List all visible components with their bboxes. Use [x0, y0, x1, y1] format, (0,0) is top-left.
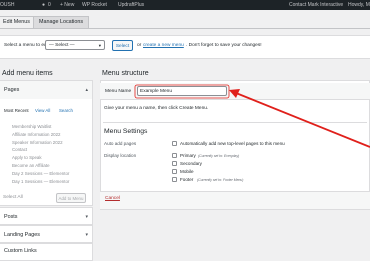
list-item[interactable]: Membership Waitlist [12, 123, 69, 131]
admin-bar: OUSH ● 0 + New WP Rocket UpdraftPlus Con… [0, 0, 370, 10]
pages-subtabs: Most Recent View All Search [0, 108, 92, 116]
menu-settings-heading: Menu Settings [104, 128, 148, 135]
menu-footer-row [100, 191, 370, 209]
or-text: or [137, 43, 142, 48]
primary-location-note: (Currently set to: Everyday) [198, 154, 240, 158]
posts-title: Posts [4, 214, 18, 220]
wp-rocket-link[interactable]: WP Rocket [82, 0, 107, 10]
menu-name-label: Menu Name [105, 89, 132, 94]
tab-manage-locations[interactable]: Manage Locations [33, 16, 90, 28]
custom-links-title: Custom Links [4, 248, 37, 254]
primary-location-label: Primary [180, 153, 196, 158]
footer-location-note: (Currently set to: Footer Menu) [197, 178, 244, 182]
list-item[interactable]: Apply to Speak [12, 154, 69, 162]
tab-search[interactable]: Search [59, 108, 73, 113]
add-to-menu-button[interactable]: Add to Menu [56, 193, 86, 203]
auto-add-option-text: Automatically add new top-level pages to… [180, 141, 285, 146]
add-menu-items-heading: Add menu items [2, 70, 53, 77]
pages-title: Pages [4, 87, 20, 93]
secondary-location-checkbox[interactable] [172, 161, 177, 166]
pages-accordion-header[interactable]: Pages ▴ [0, 81, 92, 99]
save-reminder-text: . Don't forget to save your changes! [186, 43, 262, 48]
auto-add-checkbox[interactable] [172, 141, 177, 146]
tab-divider [0, 28, 370, 29]
landing-pages-accordion-header[interactable]: Landing Pages ▾ [0, 225, 93, 243]
auto-add-pages-label: Auto add pages [104, 141, 137, 146]
footer-location-label: Footer [180, 177, 194, 182]
list-item[interactable]: Day 1 Sessions — Elementor [12, 178, 69, 186]
list-item[interactable]: Contact [12, 146, 69, 154]
list-item[interactable]: Speaker Information 2022 [12, 139, 69, 147]
site-name[interactable]: OUSH [0, 0, 14, 10]
landing-pages-title: Landing Pages [4, 232, 40, 238]
chevron-down-icon: ▾ [85, 232, 88, 238]
footer-location-checkbox[interactable] [172, 177, 177, 182]
select-menu-label: Select a menu to edit: [4, 43, 51, 48]
pages-list: Membership Waitlist Affiliate Informatio… [12, 123, 69, 185]
cancel-link[interactable]: Cancel [105, 196, 120, 201]
pages-panel: Pages ▴ Most Recent View All Search Memb… [0, 80, 93, 206]
mobile-location-checkbox[interactable] [172, 169, 177, 174]
comments-count[interactable]: 0 [48, 0, 51, 10]
select-all-checkbox-label[interactable]: Select All [3, 195, 23, 200]
menu-select-dropdown[interactable]: — Select — ▾ [45, 40, 105, 50]
list-item[interactable]: Become an Affiliate [12, 162, 69, 170]
tab-most-recent[interactable]: Most Recent [4, 108, 29, 113]
primary-location-checkbox[interactable] [172, 153, 177, 158]
updraftplus-link[interactable]: UpdraftPlus [118, 0, 144, 10]
tab-edit-menus[interactable]: Edit Menus [0, 16, 36, 28]
comment-icon[interactable]: ● [42, 0, 45, 10]
display-location-label: Display location [104, 153, 137, 158]
custom-links-accordion-header[interactable]: Custom Links [0, 243, 93, 261]
mobile-location-label: Mobile [180, 169, 194, 174]
select-button[interactable]: Select [112, 40, 133, 51]
chevron-down-icon: ▾ [98, 43, 101, 48]
menu-select-value: — Select — [49, 43, 75, 48]
divider [103, 122, 367, 123]
posts-accordion-header[interactable]: Posts ▾ [0, 207, 93, 225]
menu-name-hint: Give your menu a name, then click Create… [104, 106, 209, 111]
create-new-menu-link[interactable]: create a new menu [143, 43, 184, 48]
list-item[interactable]: Day 2 Sessions — Elementor [12, 170, 69, 178]
chevron-up-icon: ▴ [85, 87, 88, 93]
chevron-down-icon: ▾ [85, 214, 88, 220]
menu-name-input[interactable]: Example Menu [137, 86, 227, 96]
secondary-location-label: Secondary [180, 161, 202, 166]
list-item[interactable]: Affiliate Information 2022 [12, 131, 69, 139]
contact-link[interactable]: Contact Mark Interactive [289, 0, 343, 10]
menu-structure-heading: Menu structure [102, 70, 149, 77]
howdy-account[interactable]: Howdy, M [348, 0, 370, 10]
tab-view-all[interactable]: View All [35, 108, 50, 113]
new-content-link[interactable]: + New [60, 0, 74, 10]
